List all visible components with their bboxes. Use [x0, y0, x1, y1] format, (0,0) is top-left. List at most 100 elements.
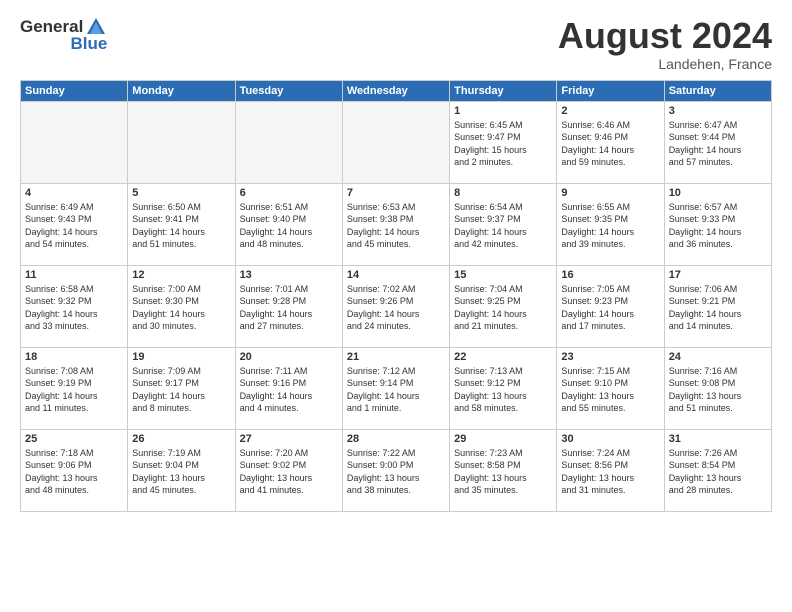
- calendar-cell: 4 Sunrise: 6:49 AMSunset: 9:43 PMDaylight…: [21, 183, 128, 265]
- calendar-cell: 5Sunrise: 6:50 AMSunset: 9:41 PMDaylight…: [128, 183, 235, 265]
- day-number: 26: [132, 433, 230, 445]
- day-info: Sunrise: 7:24 AMSunset: 8:56 PMDaylight:…: [561, 447, 659, 497]
- day-number: 8: [454, 187, 552, 199]
- day-info: Sunrise: 6:55 AMSunset: 9:35 PMDaylight:…: [561, 201, 659, 251]
- day-info: Sunrise: 6:47 AMSunset: 9:44 PMDaylight:…: [669, 119, 767, 169]
- day-info: Sunrise: 7:20 AMSunset: 9:02 PMDaylight:…: [240, 447, 338, 497]
- calendar-week-2: 11 Sunrise: 6:58 AMSunset: 9:32 PMDayligh…: [21, 265, 772, 347]
- day-number: 5: [132, 187, 230, 199]
- day-number: 13: [240, 269, 338, 281]
- col-friday: Friday: [557, 80, 664, 101]
- calendar-cell: 30 Sunrise: 7:24 AMSunset: 8:56 PMDayligh…: [557, 429, 664, 511]
- calendar-cell: 19 Sunrise: 7:09 AMSunset: 9:17 PMDayligh…: [128, 347, 235, 429]
- calendar-cell: 26 Sunrise: 7:19 AMSunset: 9:04 PMDayligh…: [128, 429, 235, 511]
- day-info: Sunrise: 7:15 AMSunset: 9:10 PMDaylight:…: [561, 365, 659, 415]
- calendar-cell: 11 Sunrise: 6:58 AMSunset: 9:32 PMDayligh…: [21, 265, 128, 347]
- day-number: 30: [561, 433, 659, 445]
- day-number: 23: [561, 351, 659, 363]
- day-info: Sunrise: 7:11 AMSunset: 9:16 PMDaylight:…: [240, 365, 338, 415]
- page: General Blue August 2024 Landehen, Franc…: [0, 0, 792, 612]
- day-info: Sunrise: 7:04 AMSunset: 9:25 PMDaylight:…: [454, 283, 552, 333]
- day-number: 21: [347, 351, 445, 363]
- calendar: Sunday Monday Tuesday Wednesday Thursday…: [20, 80, 772, 512]
- day-info: Sunrise: 6:49 AMSunset: 9:43 PMDaylight:…: [25, 201, 123, 251]
- calendar-cell: 15 Sunrise: 7:04 AMSunset: 9:25 PMDayligh…: [450, 265, 557, 347]
- calendar-cell: [128, 101, 235, 183]
- calendar-cell: 20 Sunrise: 7:11 AMSunset: 9:16 PMDayligh…: [235, 347, 342, 429]
- calendar-cell: 13 Sunrise: 7:01 AMSunset: 9:28 PMDayligh…: [235, 265, 342, 347]
- day-number: 17: [669, 269, 767, 281]
- logo: General Blue: [20, 16, 107, 54]
- calendar-cell: 27Sunrise: 7:20 AMSunset: 9:02 PMDayligh…: [235, 429, 342, 511]
- day-info: Sunrise: 7:18 AMSunset: 9:06 PMDaylight:…: [25, 447, 123, 497]
- col-wednesday: Wednesday: [342, 80, 449, 101]
- day-info: Sunrise: 7:05 AMSunset: 9:23 PMDaylight:…: [561, 283, 659, 333]
- day-info: Sunrise: 7:09 AMSunset: 9:17 PMDaylight:…: [132, 365, 230, 415]
- day-info: Sunrise: 6:51 AMSunset: 9:40 PMDaylight:…: [240, 201, 338, 251]
- calendar-week-1: 4 Sunrise: 6:49 AMSunset: 9:43 PMDaylight…: [21, 183, 772, 265]
- day-number: 2: [561, 105, 659, 117]
- day-number: 1: [454, 105, 552, 117]
- day-info: Sunrise: 7:13 AMSunset: 9:12 PMDaylight:…: [454, 365, 552, 415]
- header: General Blue August 2024 Landehen, Franc…: [20, 16, 772, 72]
- calendar-cell: 18Sunrise: 7:08 AMSunset: 9:19 PMDayligh…: [21, 347, 128, 429]
- day-info: Sunrise: 7:22 AMSunset: 9:00 PMDaylight:…: [347, 447, 445, 497]
- day-number: 3: [669, 105, 767, 117]
- calendar-cell: 7 Sunrise: 6:53 AMSunset: 9:38 PMDaylight…: [342, 183, 449, 265]
- day-info: Sunrise: 7:12 AMSunset: 9:14 PMDaylight:…: [347, 365, 445, 415]
- col-thursday: Thursday: [450, 80, 557, 101]
- calendar-cell: 3 Sunrise: 6:47 AMSunset: 9:44 PMDaylight…: [664, 101, 771, 183]
- col-monday: Monday: [128, 80, 235, 101]
- calendar-cell: 2 Sunrise: 6:46 AMSunset: 9:46 PMDaylight…: [557, 101, 664, 183]
- day-number: 11: [25, 269, 123, 281]
- day-info: Sunrise: 6:53 AMSunset: 9:38 PMDaylight:…: [347, 201, 445, 251]
- calendar-header-row: Sunday Monday Tuesday Wednesday Thursday…: [21, 80, 772, 101]
- calendar-cell: 28 Sunrise: 7:22 AMSunset: 9:00 PMDayligh…: [342, 429, 449, 511]
- calendar-cell: 9Sunrise: 6:55 AMSunset: 9:35 PMDaylight…: [557, 183, 664, 265]
- calendar-cell: 6Sunrise: 6:51 AMSunset: 9:40 PMDaylight…: [235, 183, 342, 265]
- day-number: 24: [669, 351, 767, 363]
- day-info: Sunrise: 6:45 AMSunset: 9:47 PMDaylight:…: [454, 119, 552, 169]
- logo-blue: Blue: [70, 34, 107, 54]
- calendar-cell: 24Sunrise: 7:16 AMSunset: 9:08 PMDayligh…: [664, 347, 771, 429]
- calendar-cell: 12 Sunrise: 7:00 AMSunset: 9:30 PMDayligh…: [128, 265, 235, 347]
- day-info: Sunrise: 7:01 AMSunset: 9:28 PMDaylight:…: [240, 283, 338, 333]
- title-area: August 2024 Landehen, France: [558, 16, 772, 72]
- day-number: 31: [669, 433, 767, 445]
- calendar-cell: 16 Sunrise: 7:05 AMSunset: 9:23 PMDayligh…: [557, 265, 664, 347]
- calendar-cell: 14Sunrise: 7:02 AMSunset: 9:26 PMDayligh…: [342, 265, 449, 347]
- day-number: 4: [25, 187, 123, 199]
- calendar-cell: 29Sunrise: 7:23 AMSunset: 8:58 PMDayligh…: [450, 429, 557, 511]
- col-tuesday: Tuesday: [235, 80, 342, 101]
- calendar-week-3: 18Sunrise: 7:08 AMSunset: 9:19 PMDayligh…: [21, 347, 772, 429]
- day-info: Sunrise: 7:26 AMSunset: 8:54 PMDaylight:…: [669, 447, 767, 497]
- day-info: Sunrise: 6:46 AMSunset: 9:46 PMDaylight:…: [561, 119, 659, 169]
- col-saturday: Saturday: [664, 80, 771, 101]
- day-info: Sunrise: 7:00 AMSunset: 9:30 PMDaylight:…: [132, 283, 230, 333]
- day-number: 15: [454, 269, 552, 281]
- day-number: 20: [240, 351, 338, 363]
- day-number: 22: [454, 351, 552, 363]
- calendar-cell: [21, 101, 128, 183]
- calendar-cell: 17 Sunrise: 7:06 AMSunset: 9:21 PMDayligh…: [664, 265, 771, 347]
- calendar-cell: [342, 101, 449, 183]
- calendar-week-4: 25Sunrise: 7:18 AMSunset: 9:06 PMDayligh…: [21, 429, 772, 511]
- day-info: Sunrise: 6:54 AMSunset: 9:37 PMDaylight:…: [454, 201, 552, 251]
- col-sunday: Sunday: [21, 80, 128, 101]
- day-info: Sunrise: 6:58 AMSunset: 9:32 PMDaylight:…: [25, 283, 123, 333]
- calendar-cell: 1 Sunrise: 6:45 AMSunset: 9:47 PMDaylight…: [450, 101, 557, 183]
- calendar-cell: 10Sunrise: 6:57 AMSunset: 9:33 PMDayligh…: [664, 183, 771, 265]
- day-number: 28: [347, 433, 445, 445]
- day-number: 12: [132, 269, 230, 281]
- day-number: 10: [669, 187, 767, 199]
- calendar-cell: 21 Sunrise: 7:12 AMSunset: 9:14 PMDayligh…: [342, 347, 449, 429]
- day-info: Sunrise: 7:08 AMSunset: 9:19 PMDaylight:…: [25, 365, 123, 415]
- day-number: 7: [347, 187, 445, 199]
- day-info: Sunrise: 7:06 AMSunset: 9:21 PMDaylight:…: [669, 283, 767, 333]
- day-number: 19: [132, 351, 230, 363]
- day-number: 16: [561, 269, 659, 281]
- day-info: Sunrise: 7:23 AMSunset: 8:58 PMDaylight:…: [454, 447, 552, 497]
- day-number: 14: [347, 269, 445, 281]
- calendar-cell: 25Sunrise: 7:18 AMSunset: 9:06 PMDayligh…: [21, 429, 128, 511]
- day-info: Sunrise: 7:19 AMSunset: 9:04 PMDaylight:…: [132, 447, 230, 497]
